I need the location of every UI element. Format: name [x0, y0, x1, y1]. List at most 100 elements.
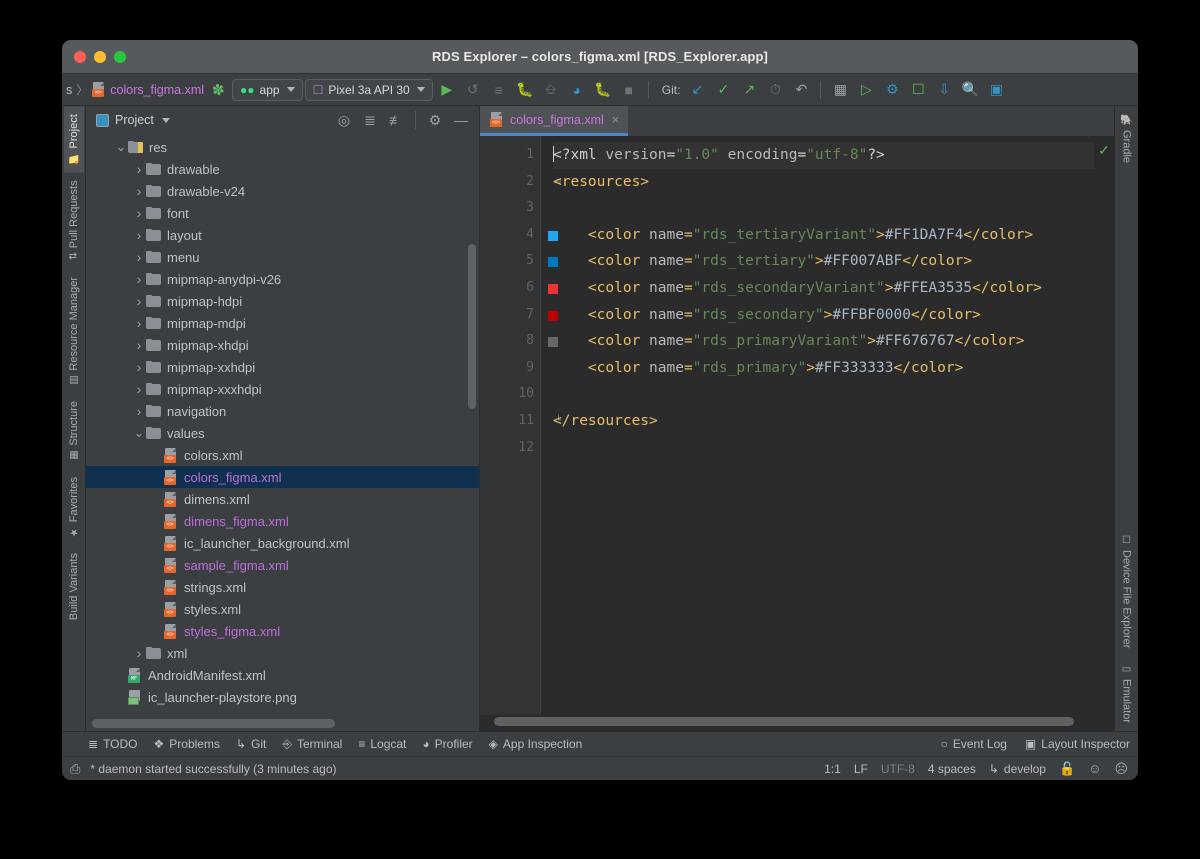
caret-position[interactable]: 1:1: [824, 762, 841, 776]
debug-attach-icon[interactable]: 🐛: [591, 78, 615, 102]
code-line[interactable]: <color name="rds_secondaryVariant">#FFEA…: [553, 275, 1094, 302]
encoding[interactable]: UTF-8: [881, 762, 915, 776]
tree-row[interactable]: <> colors.xml: [86, 444, 479, 466]
tree-row[interactable]: › mipmap-xxhdpi: [86, 356, 479, 378]
commit-icon[interactable]: ✓: [711, 78, 735, 102]
code-line[interactable]: <color name="rds_tertiaryVariant">#FF1DA…: [553, 222, 1094, 249]
run-configuration-selector[interactable]: ●● app: [232, 78, 303, 101]
layout-editor-icon[interactable]: ▣: [984, 78, 1008, 102]
push-icon[interactable]: ↗: [737, 78, 761, 102]
code-editor[interactable]: 1 2 ⊖ 3 4 5 6 7 8 9 10 11 └ 12 <?xml version="1.0" en…: [480, 136, 1114, 715]
bottom-item-git[interactable]: ↳ Git: [236, 737, 266, 751]
code-line[interactable]: [553, 381, 1094, 408]
tree-row[interactable]: ic_launcher-playstore.png: [86, 686, 479, 708]
indent-setting[interactable]: 4 spaces: [928, 762, 976, 776]
project-tree[interactable]: ⌄ res › drawable › drawable-v24 › font › layout › m…: [86, 134, 479, 717]
update-project-icon[interactable]: ↙: [685, 78, 709, 102]
chevron-right-icon[interactable]: ›: [132, 161, 146, 177]
toggle-toolwindow-icon[interactable]: ⎙: [70, 761, 80, 777]
tree-row[interactable]: › font: [86, 202, 479, 224]
stop-icon[interactable]: ■: [617, 78, 641, 102]
code-line[interactable]: <color name="rds_secondary">#FFBF0000</c…: [553, 302, 1094, 329]
revert-icon[interactable]: ↶: [789, 78, 813, 102]
sad-face-icon[interactable]: ☹: [1114, 761, 1128, 777]
debug-icon[interactable]: 🐛: [513, 78, 537, 102]
bottom-item-todo[interactable]: ≣ TODO: [88, 737, 138, 751]
chevron-down-icon[interactable]: ⌄: [132, 426, 146, 439]
code-line[interactable]: <resources>: [553, 169, 1094, 196]
bottom-item-terminal[interactable]: ⎆ Terminal: [282, 737, 342, 752]
chevron-right-icon[interactable]: ›: [132, 645, 146, 661]
tree-row[interactable]: <> styles.xml: [86, 598, 479, 620]
gutter-line[interactable]: 5: [480, 248, 558, 275]
tree-row[interactable]: MF AndroidManifest.xml: [86, 664, 479, 686]
tree-row[interactable]: › menu: [86, 246, 479, 268]
tree-row[interactable]: › mipmap-mdpi: [86, 312, 479, 334]
bottom-item-profiler[interactable]: ◕ Profiler: [422, 737, 472, 751]
sidebar-item-favorites[interactable]: ★ Favorites: [64, 469, 84, 545]
gutter-line[interactable]: 7: [480, 302, 558, 329]
bottom-item-problems[interactable]: ❖ Problems: [154, 737, 220, 751]
expand-all-icon[interactable]: ≣: [358, 108, 382, 132]
tree-row[interactable]: › layout: [86, 224, 479, 246]
sidebar-item-resource-manager[interactable]: ▤ Resource Manager: [64, 269, 84, 394]
happy-face-icon[interactable]: ☺: [1088, 761, 1101, 776]
chevron-right-icon[interactable]: ›: [132, 359, 146, 375]
gutter-line[interactable]: 10: [480, 381, 540, 408]
chevron-right-icon[interactable]: ›: [132, 249, 146, 265]
tree-row[interactable]: <> dimens_figma.xml: [86, 510, 479, 532]
sidebar-item-structure[interactable]: ▦ Structure: [64, 393, 84, 469]
unlocked-icon[interactable]: 🔓: [1059, 761, 1075, 777]
tree-row[interactable]: › mipmap-xhdpi: [86, 334, 479, 356]
code-line[interactable]: <color name="rds_primaryVariant">#FF6767…: [553, 328, 1094, 355]
collapse-all-icon[interactable]: ≢: [384, 108, 408, 132]
tree-row[interactable]: › xml: [86, 642, 479, 664]
code-line[interactable]: [553, 435, 1094, 462]
code-line[interactable]: <?xml version="1.0" encoding="utf-8"?>: [553, 142, 1094, 169]
tree-row[interactable]: › drawable: [86, 158, 479, 180]
chevron-right-icon[interactable]: ›: [132, 337, 146, 353]
tree-row[interactable]: <> colors_figma.xml: [86, 466, 479, 488]
attach-debugger-icon[interactable]: ⎒: [539, 78, 563, 102]
chevron-right-icon[interactable]: ›: [132, 315, 146, 331]
chevron-down-icon[interactable]: ⌄: [114, 140, 128, 153]
profiler-icon[interactable]: ◕: [565, 78, 589, 102]
tree-row[interactable]: › drawable-v24: [86, 180, 479, 202]
sidebar-item-build-variants[interactable]: Build Variants: [64, 545, 84, 628]
close-icon[interactable]: ×: [612, 112, 620, 127]
settings-gear-icon[interactable]: ⚙: [423, 108, 447, 132]
tree-row[interactable]: › navigation: [86, 400, 479, 422]
avd-manager-icon[interactable]: ▷: [854, 78, 878, 102]
tree-row[interactable]: <> sample_figma.xml: [86, 554, 479, 576]
gutter-line[interactable]: 8: [480, 328, 558, 355]
hide-panel-icon[interactable]: —: [449, 108, 473, 132]
apply-code-changes-icon[interactable]: ≡: [487, 78, 511, 102]
bottom-item-logcat[interactable]: ≡ Logcat: [358, 737, 406, 751]
run-icon[interactable]: ▶: [435, 78, 459, 102]
project-structure-icon[interactable]: ▦: [828, 78, 852, 102]
chevron-down-icon[interactable]: [161, 117, 170, 123]
chevron-right-icon[interactable]: ›: [132, 293, 146, 309]
bottom-item-layout-inspector[interactable]: ▣ Layout Inspector: [1025, 737, 1130, 751]
gutter-line[interactable]: 11 └: [480, 408, 561, 435]
tree-row[interactable]: <> strings.xml: [86, 576, 479, 598]
code-line[interactable]: <color name="rds_primary">#FF333333</col…: [553, 355, 1094, 382]
editor-marker-column[interactable]: ✓: [1094, 136, 1114, 715]
sidebar-item-project[interactable]: 📁 Project: [63, 106, 84, 173]
device-selector[interactable]: ☐ Pixel 3a API 30: [304, 78, 433, 101]
sdk-manager-icon[interactable]: ⚙: [880, 78, 904, 102]
chevron-right-icon[interactable]: ›: [132, 183, 146, 199]
sync-gradle-icon[interactable]: ⇩: [932, 78, 956, 102]
editor-horizontal-scrollbar[interactable]: [480, 715, 1114, 731]
chevron-right-icon[interactable]: ›: [132, 403, 146, 419]
git-branch-widget[interactable]: ↳ develop: [989, 762, 1046, 776]
project-tree-horizontal-scrollbar[interactable]: [86, 717, 479, 731]
sidebar-item-pull-requests[interactable]: ⇅ Pull Requests: [64, 172, 84, 268]
history-icon[interactable]: ⏱: [763, 78, 787, 102]
code-line[interactable]: <color name="rds_tertiary">#FF007ABF</co…: [553, 248, 1094, 275]
locate-file-icon[interactable]: ◎: [332, 108, 356, 132]
ok-check-icon[interactable]: ✓: [1098, 142, 1110, 159]
tree-row[interactable]: <> ic_launcher_background.xml: [86, 532, 479, 554]
line-separator[interactable]: LF: [854, 762, 868, 776]
sidebar-item-device-file-explorer[interactable]: ☐ Device File Explorer: [1117, 527, 1137, 656]
